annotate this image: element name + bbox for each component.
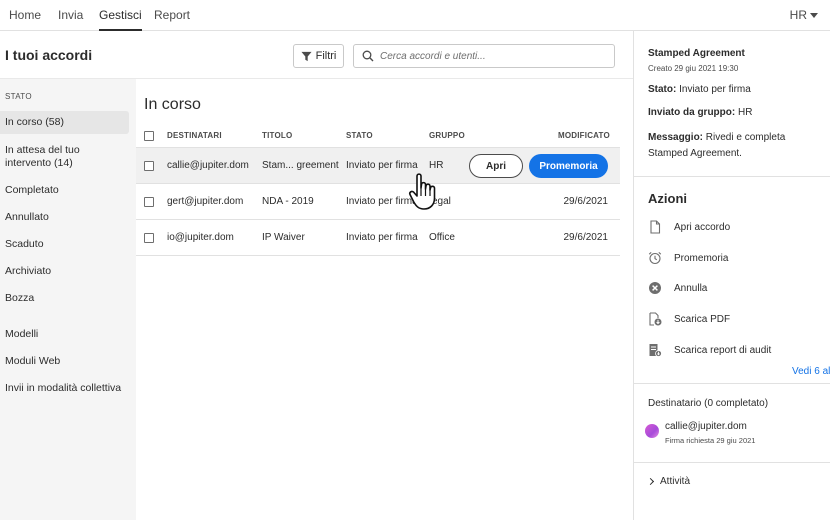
status-label: Stato:	[648, 84, 677, 95]
sidebar-item-completed[interactable]: Completato	[0, 184, 129, 197]
search-field[interactable]	[353, 44, 615, 68]
action-label: Scarica report di audit	[674, 344, 772, 356]
row-checkbox[interactable]	[144, 197, 154, 207]
sidebar-item-expired[interactable]: Scaduto	[0, 238, 129, 251]
activity-toggle[interactable]: Attività	[646, 476, 691, 487]
action-cancel[interactable]: Annulla	[648, 281, 707, 295]
agreement-group: Inviato da gruppo: HR	[648, 105, 752, 120]
recipient-email: callie@jupiter.dom	[665, 421, 747, 432]
document-icon	[650, 220, 661, 234]
tab-home[interactable]: Home	[9, 8, 41, 22]
divider	[634, 383, 830, 384]
tab-report[interactable]: Report	[154, 8, 190, 22]
user-menu[interactable]: HR	[790, 8, 818, 22]
actions-heading: Azioni	[648, 191, 687, 206]
row-status: Inviato per firma	[346, 232, 418, 243]
sidebar-item-in-progress[interactable]: In corso (58)	[0, 111, 129, 134]
search-icon	[362, 50, 374, 62]
recipients-heading: Destinatario (0 completato)	[648, 398, 769, 409]
page-title: I tuoi accordi	[5, 47, 93, 63]
agreements-table: DESTINATARI TITOLO STATO GRUPPO MODIFICA…	[136, 126, 620, 256]
row-checkbox[interactable]	[144, 233, 154, 243]
audit-report-icon	[649, 344, 662, 357]
table-row[interactable]: callie@jupiter.dom Stam... greement Invi…	[136, 148, 620, 184]
row-status: Inviato per firma	[346, 196, 418, 207]
see-more-link[interactable]: Vedi 6 alt	[792, 366, 830, 377]
activity-label: Attività	[660, 476, 691, 487]
agreement-status: Stato: Inviato per firma	[648, 82, 751, 97]
hand-pointer-icon	[408, 173, 436, 210]
action-label: Annulla	[674, 282, 708, 294]
open-button[interactable]: Apri	[469, 154, 523, 178]
chevron-right-icon	[646, 477, 655, 486]
agreement-created: Creato 29 giu 2021 19:30	[648, 64, 739, 73]
table-header: DESTINATARI TITOLO STATO GRUPPO MODIFICA…	[136, 126, 620, 148]
action-reminder[interactable]: Promemoria	[648, 251, 728, 265]
table-row[interactable]: gert@jupiter.dom NDA - 2019 Inviato per …	[136, 184, 620, 220]
action-download-pdf[interactable]: Scarica PDF	[648, 312, 730, 326]
action-label: Scarica PDF	[674, 313, 731, 325]
row-title: NDA - 2019	[262, 196, 314, 207]
reminder-button[interactable]: Promemoria	[529, 154, 608, 178]
column-title[interactable]: TITOLO	[262, 131, 292, 140]
column-status[interactable]: STATO	[346, 131, 373, 140]
agreement-title: Stamped Agreement	[648, 48, 745, 59]
tab-gestisci[interactable]: Gestisci	[99, 8, 142, 31]
search-input[interactable]	[380, 50, 600, 62]
sidebar-item-waiting[interactable]: In attesa del tuo intervento (14)	[0, 144, 125, 170]
tab-invia[interactable]: Invia	[58, 8, 83, 22]
divider	[634, 462, 830, 463]
group-label: Inviato da gruppo:	[648, 107, 736, 118]
divider	[634, 176, 830, 177]
recipient-status: Firma richiesta 29 giu 2021	[665, 436, 756, 445]
agreement-details-panel: Stamped Agreement Creato 29 giu 2021 19:…	[633, 31, 830, 520]
sidebar-item-templates[interactable]: Modelli	[0, 328, 129, 341]
user-menu-label: HR	[789, 8, 807, 22]
row-title: Stam... greement	[262, 160, 339, 171]
sidebar-item-bulk-sends[interactable]: Invii in modalità collettiva	[0, 382, 129, 395]
sidebar-item-cancelled[interactable]: Annullato	[0, 211, 129, 224]
download-pdf-icon	[649, 312, 662, 326]
row-modified: 29/6/2021	[563, 232, 609, 243]
group-value: HR	[738, 107, 753, 118]
row-modified: 29/6/2021	[563, 196, 609, 207]
agreements-header: I tuoi accordi Filtri	[0, 31, 633, 79]
filter-icon	[301, 51, 312, 61]
agreement-message: Messaggio: Rivedi e completa Stamped Agr…	[648, 130, 828, 162]
filter-button[interactable]: Filtri	[293, 44, 344, 68]
message-label: Messaggio:	[648, 132, 704, 143]
row-group: HR	[429, 160, 444, 171]
sidebar-item-web-forms[interactable]: Moduli Web	[0, 355, 129, 368]
row-checkbox[interactable]	[144, 161, 154, 171]
column-modified[interactable]: MODIFICATO	[558, 131, 610, 140]
row-recipient: io@jupiter.dom	[167, 232, 234, 243]
action-label: Promemoria	[674, 252, 729, 264]
action-download-audit[interactable]: Scarica report di audit	[648, 343, 771, 357]
column-group[interactable]: GRUPPO	[429, 131, 465, 140]
row-status: Inviato per firma	[346, 160, 418, 171]
table-row[interactable]: io@jupiter.dom IP Waiver Inviato per fir…	[136, 220, 620, 256]
filter-label: Filtri	[315, 50, 337, 62]
status-value: Inviato per firma	[679, 84, 751, 95]
row-group: Office	[429, 232, 455, 243]
top-navigation: Home Invia Gestisci Report HR	[0, 0, 830, 31]
chevron-down-icon	[810, 12, 818, 18]
sidebar-heading-status: STATO	[5, 92, 32, 101]
sidebar-item-archived[interactable]: Archiviato	[0, 265, 129, 278]
action-label: Apri accordo	[674, 221, 731, 233]
select-all-checkbox[interactable]	[144, 131, 154, 141]
sidebar-item-draft[interactable]: Bozza	[0, 292, 129, 305]
column-recipients[interactable]: DESTINATARI	[167, 131, 222, 140]
row-title: IP Waiver	[262, 232, 305, 243]
row-recipient: gert@jupiter.dom	[167, 196, 244, 207]
avatar	[645, 424, 659, 438]
action-open-agreement[interactable]: Apri accordo	[648, 220, 730, 234]
cancel-circle-icon	[649, 282, 661, 294]
alarm-clock-icon	[648, 251, 662, 265]
list-title: In corso	[144, 96, 201, 113]
row-recipient: callie@jupiter.dom	[167, 160, 249, 171]
